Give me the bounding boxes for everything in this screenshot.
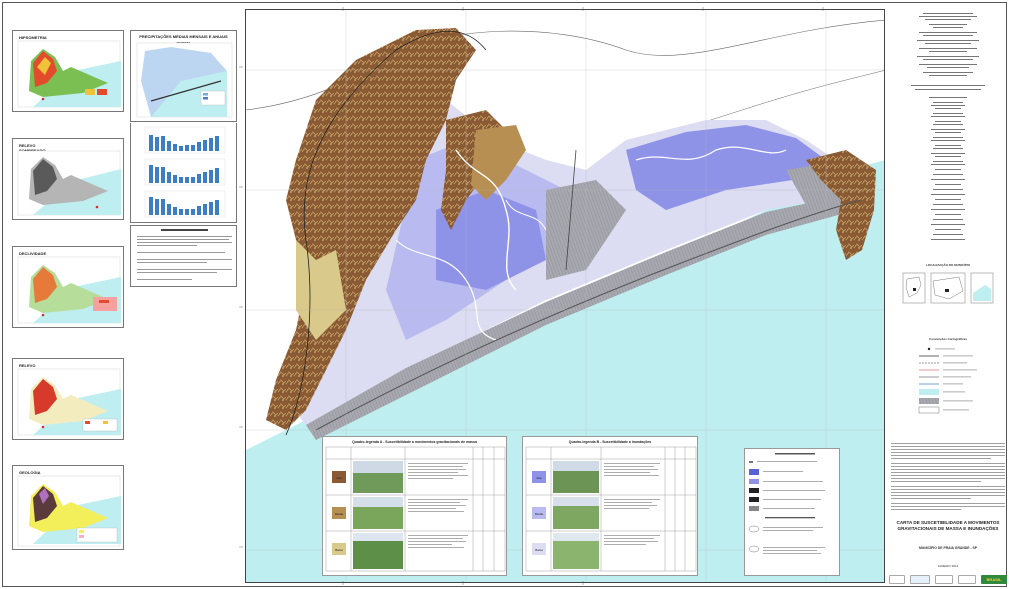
geologia-mini-map [17, 475, 121, 547]
conventions-title: Convenções Cartográficas [928, 337, 967, 341]
legend-table-b: Quadro-legenda B - Suscetibilidade a inu… [522, 436, 698, 576]
thumb-relevo: RELEVO [12, 358, 124, 440]
table-a-class-media: Média [334, 512, 344, 516]
table-b-class-baixa: Baixa [535, 548, 543, 552]
notes-panel [130, 225, 237, 287]
relations-legend [744, 448, 840, 576]
location-inset [902, 272, 994, 304]
conventions-legend [918, 347, 977, 414]
location-heading: LOCALIZAÇÃO DO MUNICÍPIO [926, 263, 970, 267]
declividade-mini-map [17, 256, 121, 324]
hipsometria-mini-map [17, 40, 121, 108]
table-a-class-alta: Alta [336, 476, 342, 480]
table-b-class-alta: Alta [536, 476, 542, 480]
map-date: JANEIRO 2014 [937, 564, 959, 568]
precip-map-panel: PRECIPITAÇÕES MÉDIAS MENSAIS E ANUAIS IS… [130, 30, 237, 122]
thumb-geologia: GEOLOGIA [12, 465, 124, 550]
thumb-relevo-sombreado: RELEVO SOMBREADO [12, 138, 124, 220]
logo-agency-4 [958, 575, 976, 584]
credits-block [911, 13, 985, 240]
legend-table-a: Quadro-legenda A - Suscetibilidade a mov… [322, 436, 507, 576]
logo-agency-2 [910, 575, 930, 584]
relations-legend-symbols [748, 453, 825, 554]
logos-row: BRASIL [889, 575, 1007, 584]
methodology-text-block [891, 443, 1005, 510]
precip-charts-panel [130, 123, 237, 223]
right-info-column: LOCALIZAÇÃO DO MUNICÍPIO Convenções Cart… [889, 9, 1007, 585]
logo-agency-1 [889, 575, 905, 584]
table-b-class-media: Média [534, 512, 544, 516]
table-b-title: Quadro-legenda B - Suscetibilidade a inu… [568, 440, 652, 444]
precip-title: PRECIPITAÇÕES MÉDIAS MENSAIS E ANUAIS [139, 34, 228, 39]
table-a-title: Quadro-legenda A - Suscetibilidade a mov… [352, 440, 477, 444]
table-a-grid [325, 446, 506, 572]
table-a-class-baixa: Baixa [335, 548, 343, 552]
table-b-grid [525, 446, 697, 572]
thumb-declividade: DECLIVIDADE [12, 246, 124, 328]
thumb-hipsometria: HIPSOMETRIA [12, 30, 124, 112]
logo-brasil: BRASIL [981, 575, 1007, 584]
map-main-title: CARTA DE SUSCETIBILIDADE A MOVIMENTOS GR… [896, 520, 1000, 531]
relevo-mini-map [17, 368, 121, 436]
map-subtitle: MUNICÍPIO DE PRAIA GRANDE - SP [918, 546, 978, 550]
notes-text-block [137, 229, 232, 280]
main-map-frame[interactable]: Quadro-legenda A - Suscetibilidade a mov… [245, 9, 885, 583]
logo-agency-3 [935, 575, 953, 584]
map-poster: HIPSOMETRIA RELEVO SOMBREADO DECLIVIDADE [2, 2, 1007, 587]
relevo-sombreado-mini-map [17, 150, 121, 216]
precip-bar-charts [144, 126, 226, 218]
isoietas-mini-map [136, 42, 233, 118]
